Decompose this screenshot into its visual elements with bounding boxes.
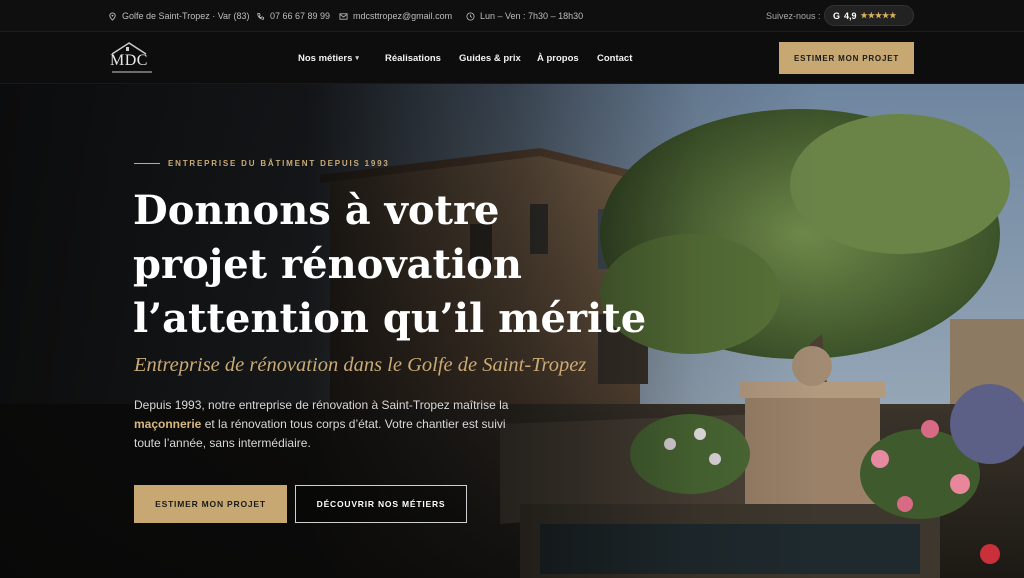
hero-title-line-3: l’attention qu’il mérite xyxy=(133,295,647,342)
nav-item-nos-metiers[interactable]: Nos métiers ▾ xyxy=(298,32,359,84)
star-rating-icon: ★★★★★ xyxy=(860,11,897,20)
maconnerie-link[interactable]: maçonnerie xyxy=(134,417,201,431)
estimate-project-button[interactable]: ESTIMER MON PROJET xyxy=(779,42,914,74)
clock-icon xyxy=(466,11,475,21)
nav-item-realisations[interactable]: Réalisations xyxy=(385,32,441,84)
hero-description: Depuis 1993, notre entreprise de rénovat… xyxy=(134,396,514,453)
nav-item-label: À propos xyxy=(537,52,579,64)
hero-eyebrow: ENTREPRISE DU BÂTIMENT DEPUIS 1993 xyxy=(134,159,390,168)
nav-item-label: Guides & prix xyxy=(459,52,521,64)
location-text: Golfe de Saint-Tropez · Var (83) xyxy=(122,11,250,21)
desc-part-1: Depuis 1993, notre entreprise de rénovat… xyxy=(134,398,509,412)
google-icon: G xyxy=(833,10,841,21)
follow-label: Suivez-nous : xyxy=(766,11,821,21)
hours-info: Lun – Ven : 7h30 – 18h30 xyxy=(466,0,583,32)
nav-item-guides-prix[interactable]: Guides & prix xyxy=(459,32,521,84)
map-pin-icon xyxy=(109,11,116,21)
nav-item-contact[interactable]: Contact xyxy=(597,32,632,84)
main-navigation: MDC Nos métiers ▾ Réalisations Guides & … xyxy=(0,32,1024,84)
logo-text: MDC xyxy=(110,52,148,69)
chevron-down-icon: ▾ xyxy=(355,55,359,62)
hero-title-line-2: projet rénovation xyxy=(133,241,522,288)
phone-text: 07 66 67 89 99 xyxy=(270,11,331,21)
hero-title: Donnons à votre projet rénovation l’atte… xyxy=(133,184,653,346)
google-rating-badge[interactable]: G 4,9 ★★★★★ xyxy=(824,5,914,26)
mail-icon xyxy=(339,12,348,20)
nav-item-a-propos[interactable]: À propos xyxy=(537,32,579,84)
discover-trades-button[interactable]: DÉCOUVRIR NOS MÉTIERS xyxy=(295,485,467,523)
nav-item-label: Réalisations xyxy=(385,52,441,64)
location-info: Golfe de Saint-Tropez · Var (83) xyxy=(108,0,250,32)
email-link[interactable]: mdcsttropez@gmail.com xyxy=(339,0,452,32)
phone-icon xyxy=(257,12,265,20)
email-text: mdcsttropez@gmail.com xyxy=(353,11,453,21)
hero-title-line-1: Donnons à votre xyxy=(133,187,500,234)
hero-section: ENTREPRISE DU BÂTIMENT DEPUIS 1993 Donno… xyxy=(0,84,1024,578)
eyebrow-text: ENTREPRISE DU BÂTIMENT DEPUIS 1993 xyxy=(168,159,390,168)
top-info-bar: Golfe de Saint-Tropez · Var (83) 07 66 6… xyxy=(0,0,1024,32)
eyebrow-divider xyxy=(134,163,160,164)
phone-link[interactable]: 07 66 67 89 99 xyxy=(256,0,330,32)
hero-subtitle: Entreprise de rénovation dans le Golfe d… xyxy=(134,354,587,376)
rating-value: 4,9 xyxy=(844,10,857,21)
nav-item-label: Nos métiers xyxy=(298,52,353,64)
hero-estimate-project-button[interactable]: ESTIMER MON PROJET xyxy=(134,485,287,523)
logo-tagline-decoration xyxy=(112,71,152,73)
nav-item-label: Contact xyxy=(597,52,633,64)
hours-text: Lun – Ven : 7h30 – 18h30 xyxy=(480,11,584,21)
